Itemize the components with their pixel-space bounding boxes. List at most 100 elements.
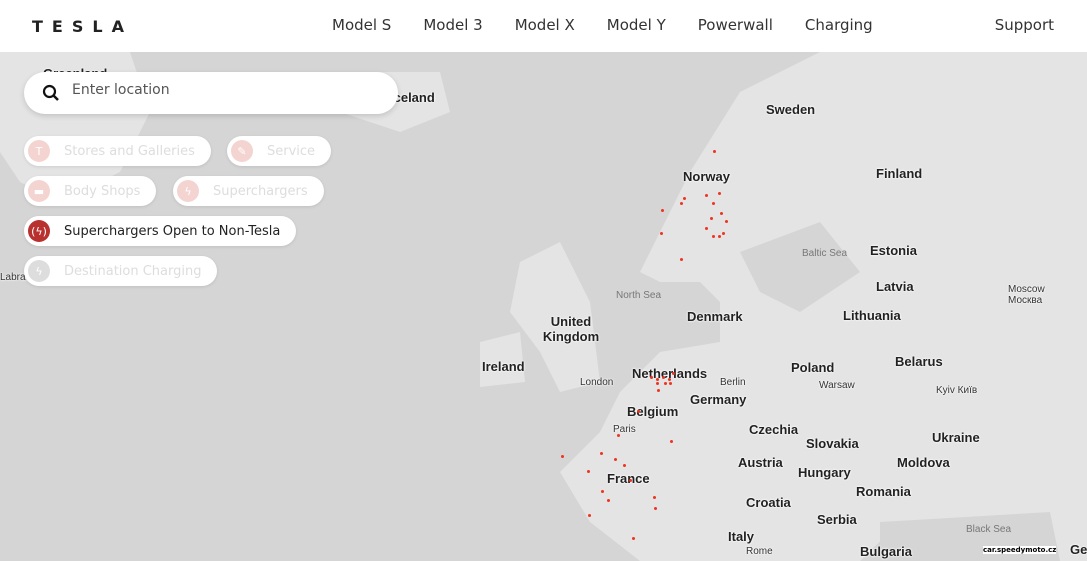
bolt-signal-icon: (ϟ) xyxy=(28,220,50,242)
city-label: London xyxy=(580,377,614,388)
map-label: Ge xyxy=(1070,542,1087,557)
supercharger-marker[interactable] xyxy=(637,410,640,413)
map-label: Serbia xyxy=(817,512,857,527)
map-label: Moldova xyxy=(897,455,950,470)
location-search xyxy=(24,72,398,114)
city-label: Paris xyxy=(613,424,636,435)
supercharger-marker[interactable] xyxy=(607,499,610,502)
filter-label: Body Shops xyxy=(64,183,141,199)
supercharger-marker[interactable] xyxy=(657,389,660,392)
filter-destination-charging[interactable]: ϟ Destination Charging xyxy=(24,256,218,286)
tesla-logo-icon: T xyxy=(28,140,50,162)
nav-model-s[interactable]: Model S xyxy=(332,16,391,34)
sea-label: Black Sea xyxy=(966,524,1012,535)
map-label: Bulgaria xyxy=(860,544,913,559)
map-label: Estonia xyxy=(870,243,917,258)
supercharger-marker[interactable] xyxy=(705,227,708,230)
supercharger-marker[interactable] xyxy=(718,235,721,238)
supercharger-marker[interactable] xyxy=(668,378,671,381)
map-label: Austria xyxy=(738,455,783,470)
supercharger-marker[interactable] xyxy=(601,490,604,493)
supercharger-marker[interactable] xyxy=(664,382,667,385)
supercharger-marker[interactable] xyxy=(614,458,617,461)
nav-model-3[interactable]: Model 3 xyxy=(423,16,482,34)
city-label: Berlin xyxy=(720,377,746,388)
filter-label: Service xyxy=(267,143,316,159)
supercharger-marker[interactable] xyxy=(718,192,721,195)
supercharger-marker[interactable] xyxy=(705,194,708,197)
map-label: Romania xyxy=(856,484,911,499)
supercharger-marker[interactable] xyxy=(656,382,659,385)
sea-label: Baltic Sea xyxy=(802,248,848,259)
supercharger-marker[interactable] xyxy=(672,372,675,375)
location-input[interactable] xyxy=(72,82,372,98)
supercharger-marker[interactable] xyxy=(654,507,657,510)
map-label: Croatia xyxy=(746,495,791,510)
supercharger-marker[interactable] xyxy=(653,496,656,499)
map-label: Latvia xyxy=(876,279,914,294)
supercharger-marker[interactable] xyxy=(710,217,713,220)
nav-support[interactable]: Support xyxy=(995,16,1054,34)
supercharger-marker[interactable] xyxy=(713,150,716,153)
supercharger-marker[interactable] xyxy=(629,479,632,482)
city-label: Warsaw xyxy=(819,380,855,391)
filter-label: Destination Charging xyxy=(64,263,202,279)
top-nav: TESLA Model S Model 3 Model X Model Y Po… xyxy=(0,0,1087,52)
map-label: Sweden xyxy=(766,102,816,117)
supercharger-marker[interactable] xyxy=(660,232,663,235)
supercharger-marker[interactable] xyxy=(712,235,715,238)
sea-label: North Sea xyxy=(616,290,662,301)
supercharger-marker[interactable] xyxy=(680,202,683,205)
tesla-logo[interactable]: TESLA xyxy=(32,17,133,36)
supercharger-marker[interactable] xyxy=(669,382,672,385)
supercharger-marker[interactable] xyxy=(683,197,686,200)
supercharger-marker[interactable] xyxy=(632,537,635,540)
city-label: Kyiv Київ xyxy=(936,385,978,396)
map-label: Lithuania xyxy=(843,308,901,323)
supercharger-marker[interactable] xyxy=(656,378,659,381)
supercharger-marker[interactable] xyxy=(623,464,626,467)
map-label: Italy xyxy=(728,529,755,544)
filter-label: Stores and Galleries xyxy=(64,143,195,159)
filter-body-shops[interactable]: ▬ Body Shops xyxy=(24,176,157,206)
map-land xyxy=(0,52,1087,561)
supercharger-marker[interactable] xyxy=(725,220,728,223)
filter-service[interactable]: ✎ Service xyxy=(227,136,332,166)
map-label: Slovakia xyxy=(806,436,859,451)
map-label: Finland xyxy=(876,166,923,181)
supercharger-marker[interactable] xyxy=(561,455,564,458)
nav-powerwall[interactable]: Powerwall xyxy=(698,16,773,34)
city-label: Moscow Москва xyxy=(1008,284,1045,306)
nav-model-x[interactable]: Model X xyxy=(515,16,575,34)
map-label: Norway xyxy=(683,169,730,184)
supercharger-marker[interactable] xyxy=(588,514,591,517)
filter-label: Superchargers xyxy=(213,183,308,199)
supercharger-marker[interactable] xyxy=(722,232,725,235)
filter-stores-and-galleries[interactable]: T Stores and Galleries xyxy=(24,136,211,166)
map[interactable]: GreenlandIcelandSwedenNorwayFinlandEston… xyxy=(0,52,1087,561)
map-label: France xyxy=(607,471,650,486)
supercharger-marker[interactable] xyxy=(661,209,664,212)
supercharger-marker[interactable] xyxy=(712,202,715,205)
nav-charging[interactable]: Charging xyxy=(805,16,873,34)
supercharger-marker[interactable] xyxy=(720,212,723,215)
filter-superchargers-open-to-non-tesla[interactable]: (ϟ) Superchargers Open to Non-Tesla xyxy=(24,216,297,246)
map-label: Germany xyxy=(690,392,747,407)
bolt-icon: ϟ xyxy=(28,260,50,282)
filter-label: Superchargers Open to Non-Tesla xyxy=(64,223,281,239)
supercharger-marker[interactable] xyxy=(670,440,673,443)
supercharger-marker[interactable] xyxy=(680,258,683,261)
filter-superchargers[interactable]: ϟ Superchargers xyxy=(173,176,324,206)
map-label: Denmark xyxy=(687,309,743,324)
city-label: Rome xyxy=(746,546,773,557)
supercharger-marker[interactable] xyxy=(600,452,603,455)
map-label: Hungary xyxy=(798,465,851,480)
map-label: Ireland xyxy=(482,359,525,374)
car-icon: ▬ xyxy=(28,180,50,202)
supercharger-marker[interactable] xyxy=(587,470,590,473)
supercharger-marker[interactable] xyxy=(650,376,653,379)
map-label: United Kingdom xyxy=(542,314,600,344)
supercharger-marker[interactable] xyxy=(662,376,665,379)
supercharger-marker[interactable] xyxy=(617,434,620,437)
nav-model-y[interactable]: Model Y xyxy=(607,16,666,34)
